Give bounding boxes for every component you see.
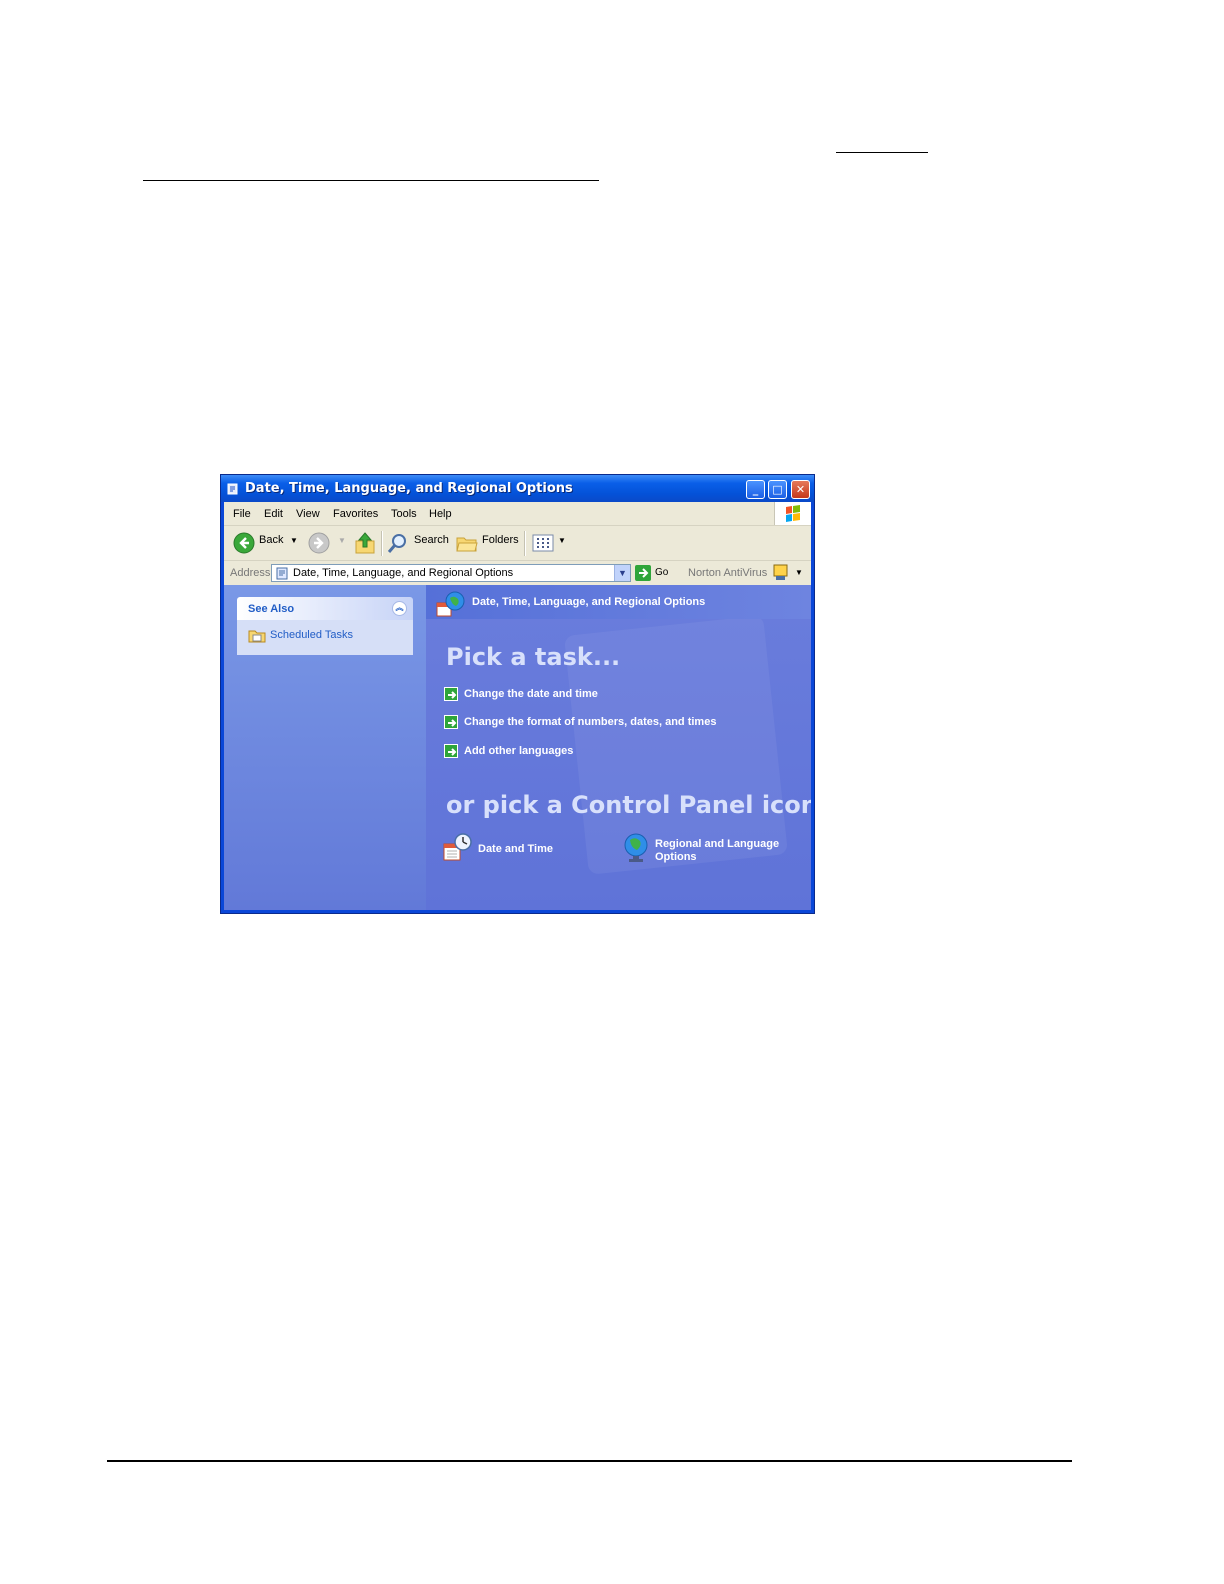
- date-time-icon: [443, 833, 472, 861]
- window-title: Date, Time, Language, and Regional Optio…: [245, 481, 573, 496]
- task-label: Change the format of numbers, dates, and…: [464, 716, 717, 728]
- underline-rule-top: [836, 152, 928, 153]
- title-bar[interactable]: Date, Time, Language, and Regional Optio…: [221, 475, 814, 502]
- norton-antivirus-label[interactable]: Norton AntiVirus: [688, 567, 767, 579]
- address-input[interactable]: Date, Time, Language, and Regional Optio…: [271, 564, 631, 582]
- underline-rule-second: [143, 180, 599, 181]
- search-button-label[interactable]: Search: [414, 534, 449, 546]
- address-bar: Address Date, Time, Language, and Region…: [224, 561, 811, 585]
- address-dropdown-icon[interactable]: ▼: [614, 565, 630, 581]
- menu-view[interactable]: View: [296, 508, 320, 520]
- category-title: Date, Time, Language, and Regional Optio…: [472, 596, 706, 608]
- green-arrow-icon: [444, 687, 458, 701]
- up-folder-icon[interactable]: [354, 531, 376, 558]
- address-value: Date, Time, Language, and Regional Optio…: [293, 567, 514, 579]
- toolbar-separator: [381, 531, 383, 556]
- pick-task-heading: Pick a task...: [446, 643, 621, 671]
- task-add-languages[interactable]: Add other languages: [444, 744, 573, 758]
- control-panel-page-icon: [276, 567, 288, 580]
- menu-bar: File Edit View Favorites Tools Help: [224, 502, 811, 526]
- or-pick-icon-heading: or pick a Control Panel icon: [446, 791, 811, 819]
- menu-tools[interactable]: Tools: [391, 508, 417, 520]
- windows-logo-icon: [774, 502, 811, 525]
- maximize-button[interactable]: □: [768, 480, 787, 499]
- content-area: See Also ︽ Scheduled Tasks Date, Time, L…: [224, 585, 811, 910]
- see-also-panel: See Also ︽ Scheduled Tasks: [237, 597, 413, 655]
- task-change-date-time[interactable]: Change the date and time: [444, 687, 598, 701]
- task-label: Add other languages: [464, 745, 574, 757]
- close-button[interactable]: ✕: [791, 480, 810, 499]
- norton-icon[interactable]: [773, 564, 789, 584]
- forward-dropdown-icon[interactable]: ▼: [338, 536, 346, 545]
- window-icon: [227, 483, 238, 495]
- regional-language-label-line2: Options: [655, 851, 697, 863]
- scheduled-tasks-link[interactable]: Scheduled Tasks: [270, 629, 353, 641]
- date-and-time-item[interactable]: Date and Time: [442, 832, 592, 866]
- green-arrow-icon: [444, 715, 458, 729]
- forward-arrow-icon[interactable]: [308, 532, 330, 554]
- views-icon[interactable]: [532, 533, 554, 556]
- address-label: Address: [230, 567, 271, 579]
- menu-help[interactable]: Help: [429, 508, 452, 520]
- go-arrow-icon[interactable]: [635, 565, 651, 581]
- control-panel-window: Date, Time, Language, and Regional Optio…: [220, 474, 815, 914]
- search-icon[interactable]: [387, 532, 409, 557]
- category-globe-icon: [436, 591, 465, 617]
- views-dropdown-icon[interactable]: ▼: [558, 536, 566, 545]
- back-arrow-icon[interactable]: [233, 532, 255, 554]
- norton-dropdown-icon[interactable]: ▼: [795, 568, 803, 577]
- folders-icon[interactable]: [456, 533, 478, 556]
- task-change-format[interactable]: Change the format of numbers, dates, and…: [444, 715, 716, 729]
- back-dropdown-icon[interactable]: ▼: [290, 536, 298, 545]
- collapse-chevron-icon[interactable]: ︽: [392, 601, 407, 616]
- category-header: Date, Time, Language, and Regional Optio…: [426, 585, 811, 619]
- menu-favorites[interactable]: Favorites: [333, 508, 378, 520]
- globe-icon: [624, 833, 648, 862]
- task-pane: See Also ︽ Scheduled Tasks: [224, 585, 426, 910]
- date-and-time-label: Date and Time: [478, 843, 553, 855]
- go-button-label[interactable]: Go: [655, 567, 668, 578]
- toolbar: Back ▼ ▼ Search Folders ▼: [224, 526, 811, 561]
- green-arrow-icon: [444, 744, 458, 758]
- toolbar-separator: [524, 531, 526, 556]
- regional-language-item[interactable]: Regional and Language Options: [622, 832, 802, 866]
- main-pane: Date, Time, Language, and Regional Optio…: [426, 585, 811, 910]
- task-label: Change the date and time: [464, 688, 598, 700]
- folders-button-label[interactable]: Folders: [482, 534, 519, 546]
- minimize-button[interactable]: _: [746, 480, 765, 499]
- menu-file[interactable]: File: [233, 508, 251, 520]
- regional-language-label-line1: Regional and Language: [655, 838, 780, 850]
- back-button-label[interactable]: Back: [259, 534, 283, 546]
- see-also-header[interactable]: See Also ︽: [237, 597, 413, 620]
- scheduled-tasks-icon: [248, 630, 266, 643]
- page-footer-rule: [107, 1460, 1072, 1462]
- see-also-body: Scheduled Tasks: [237, 620, 413, 655]
- menu-edit[interactable]: Edit: [264, 508, 283, 520]
- see-also-title: See Also: [248, 603, 295, 615]
